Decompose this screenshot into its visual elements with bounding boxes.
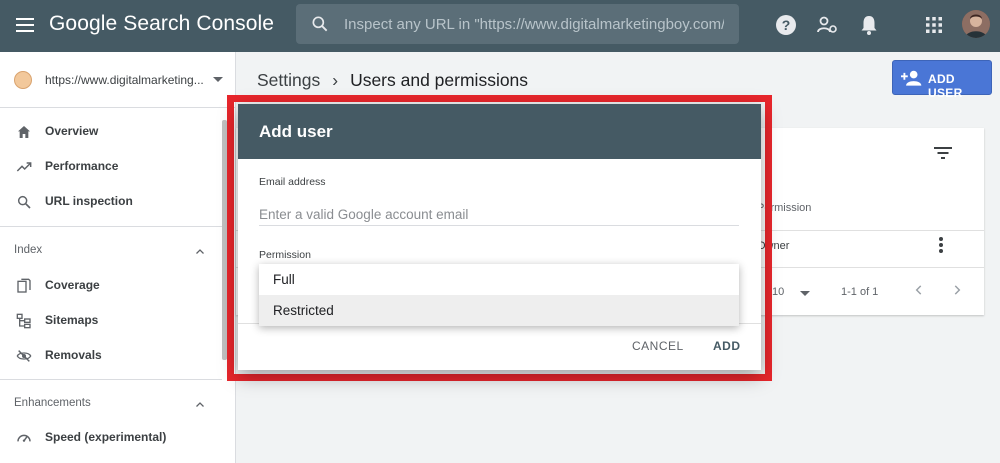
speed-icon [17,434,31,442]
sidebar-item-overview[interactable]: Overview [0,115,222,149]
top-app-bar: Google Search Console ? [0,0,1000,52]
add-user-button[interactable]: ADD USER [892,60,992,100]
sidebar-item-label: Coverage [45,278,100,292]
add-user-label: ADD USER [928,72,963,100]
email-label: Email address [259,176,326,188]
divider [0,379,222,380]
section-label: Index [14,244,43,256]
sidebar-item-performance[interactable]: Performance [0,150,222,184]
sidebar-item-url-inspection[interactable]: URL inspection [0,185,222,219]
search-input[interactable] [344,12,724,36]
chevron-left-icon[interactable] [912,283,926,297]
search-icon [17,195,31,209]
notifications-icon[interactable] [857,13,881,37]
section-index-toggle[interactable]: Index [0,234,222,268]
sidebar-item-label: Removals [45,348,102,362]
option-label: Full [273,272,295,287]
sidebar-item-label: Sitemaps [45,313,99,327]
sidebar-item-sitemaps[interactable]: Sitemaps [0,304,222,338]
dialog-title: Add user [259,122,333,141]
chevron-up-icon [196,249,204,254]
rows-per-page-select[interactable]: 10 [772,286,784,298]
trending-up-icon [16,162,32,172]
breadcrumb-separator: › [332,70,339,90]
sidebar-item-label: Overview [45,124,99,138]
cancel-button[interactable]: CANCEL [632,339,684,353]
permission-option-restricted[interactable]: Restricted [259,295,739,326]
chevron-right-icon[interactable] [950,283,964,297]
url-inspection-search[interactable] [296,4,739,44]
home-icon [18,126,30,138]
search-icon [312,16,328,32]
more-vert-icon[interactable] [938,236,944,254]
permission-label: Permission [259,249,311,261]
permission-dropdown-menu: Full Restricted [259,264,739,326]
section-label: Enhancements [14,397,91,409]
breadcrumb: Settings › Users and permissions [257,70,528,91]
sitemap-icon [16,313,31,329]
visibility-off-icon [16,350,32,362]
file-copy-icon [17,278,31,293]
filter-list-icon[interactable] [934,146,952,160]
sidebar-item-speed[interactable]: Speed (experimental) [0,421,222,455]
apps-grid-icon[interactable] [922,13,946,37]
property-favicon-icon [14,71,32,89]
permission-option-full[interactable]: Full [259,264,739,295]
app-title: Google Search Console [49,12,275,35]
account-avatar[interactable] [962,10,990,38]
section-enhancements-toggle[interactable]: Enhancements [0,387,222,421]
chevron-down-icon [213,77,223,82]
sidebar-item-label: Speed (experimental) [45,430,167,444]
divider [0,226,222,227]
sidebar-nav: https://www.digitalmarketing... Overview… [0,52,236,463]
breadcrumb-settings[interactable]: Settings [257,70,320,90]
chevron-up-icon [196,402,204,407]
page-title: Users and permissions [350,70,529,90]
sidebar-item-label: Performance [45,159,119,173]
sidebar-item-removals[interactable]: Removals [0,339,222,373]
help-icon[interactable]: ? [774,13,798,37]
property-url: https://www.digitalmarketing... [45,73,204,87]
option-label: Restricted [273,303,334,318]
add-user-dialog: Add user Email address Permission CANCEL… [238,104,761,370]
sidebar-item-coverage[interactable]: Coverage [0,269,222,303]
email-field[interactable] [259,204,739,226]
property-selector[interactable]: https://www.digitalmarketing... [0,52,236,108]
svg-text:?: ? [782,17,791,33]
pagination-range: 1-1 of 1 [841,286,879,298]
manage-accounts-icon[interactable] [815,13,839,37]
sidebar-item-label: URL inspection [45,194,133,208]
user-photo-icon [962,10,990,38]
dialog-header: Add user [238,104,761,159]
add-button[interactable]: ADD [713,339,741,353]
chevron-down-icon [800,291,810,296]
hamburger-menu-icon[interactable] [14,14,36,36]
person-add-icon [901,70,922,86]
